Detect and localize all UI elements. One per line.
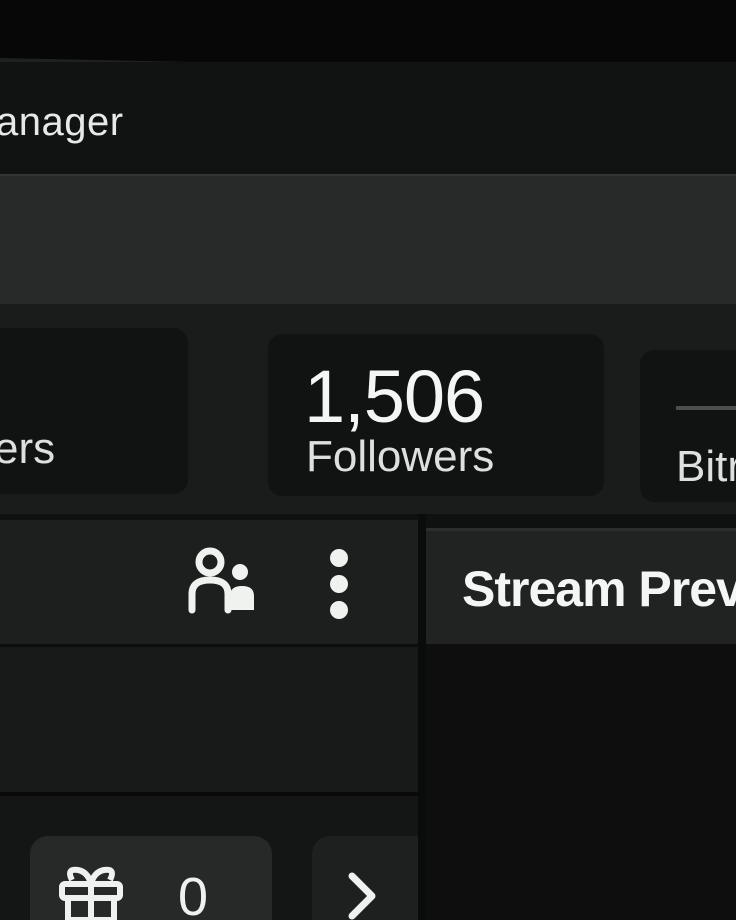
bitrate-bar (676, 406, 736, 410)
top-band (0, 0, 736, 62)
stat-value-followers: 1,506 (304, 355, 485, 438)
stat-label-bitrate: Bitr (676, 442, 736, 491)
stream-preview-title: Stream Prev (462, 561, 736, 617)
chevron-right-icon (348, 872, 376, 920)
page-title: anager (0, 100, 124, 144)
stream-preview-area (426, 644, 736, 920)
panel-divider (418, 514, 426, 920)
stream-manager-screen: anager ers 1,506 Followers Bitr 0 Stream… (0, 0, 736, 920)
toolbar-band (0, 174, 736, 304)
chat-message-area (0, 647, 418, 793)
gift-icon (59, 866, 123, 920)
more-vertical-icon[interactable] (326, 548, 352, 620)
users-icon[interactable] (186, 546, 260, 618)
stat-label-followers: Followers (306, 432, 495, 481)
stat-label-viewers: ers (0, 424, 56, 473)
gift-count: 0 (178, 867, 209, 920)
